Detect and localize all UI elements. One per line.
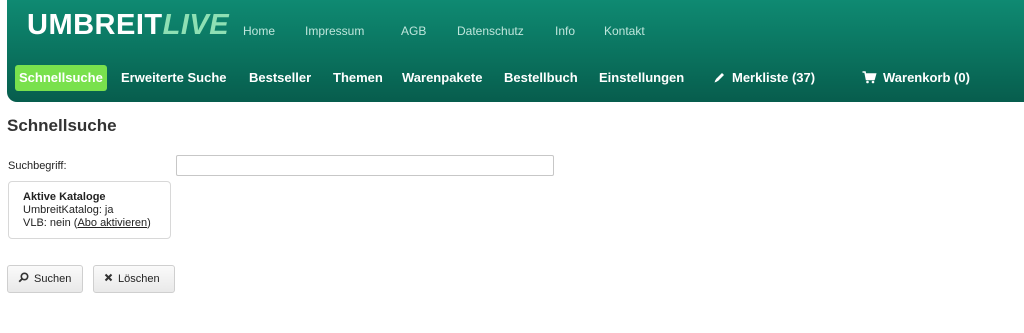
topnav-datenschutz[interactable]: Datenschutz xyxy=(457,24,524,38)
magnifier-icon xyxy=(18,266,29,292)
catalogs-heading: Aktive Kataloge xyxy=(23,191,106,203)
clear-button[interactable]: Löschen xyxy=(93,265,175,293)
active-catalogs-box: Aktive Kataloge UmbreitKatalog: ja VLB: … xyxy=(8,181,171,239)
topnav-info[interactable]: Info xyxy=(555,24,575,38)
catalog-vlb-status: VLB: nein xyxy=(23,217,74,229)
search-button-label: Suchen xyxy=(34,273,72,285)
catalog-umbreit: UmbreitKatalog: ja xyxy=(23,204,114,216)
nav-merkliste[interactable]: Merkliste (37) xyxy=(713,64,815,92)
nav-warenpakete[interactable]: Warenpakete xyxy=(402,64,482,92)
cart-icon xyxy=(862,71,877,84)
catalog-vlb-close: ) xyxy=(147,217,151,229)
nav-bestseller[interactable]: Bestseller xyxy=(249,64,311,92)
topnav-home[interactable]: Home xyxy=(243,24,275,38)
nav-warenkorb[interactable]: Warenkorb (0) xyxy=(862,64,970,92)
topnav-impressum[interactable]: Impressum xyxy=(305,24,364,38)
nav-einstellungen[interactable]: Einstellungen xyxy=(599,64,684,92)
abo-aktivieren-link[interactable]: Abo aktivieren xyxy=(77,217,147,229)
x-icon xyxy=(104,266,113,292)
nav-themen[interactable]: Themen xyxy=(333,64,383,92)
logo[interactable]: UMBREITLIVE xyxy=(27,8,229,42)
search-label: Suchbegriff: xyxy=(8,160,67,172)
pencil-icon xyxy=(714,73,724,83)
app-header: UMBREITLIVE Home Impressum AGB Datenschu… xyxy=(7,0,1024,102)
warenkorb-label: Warenkorb (0) xyxy=(883,70,970,85)
search-button[interactable]: Suchen xyxy=(7,265,83,293)
topnav-kontakt[interactable]: Kontakt xyxy=(604,24,645,38)
logo-umbreit: UMBREIT xyxy=(27,9,163,41)
search-input[interactable] xyxy=(176,155,554,176)
merkliste-label: Merkliste (37) xyxy=(732,70,816,85)
catalog-vlb: VLB: nein (Abo aktivieren) xyxy=(23,217,170,230)
logo-live: LIVE xyxy=(162,9,230,41)
nav-bestellbuch[interactable]: Bestellbuch xyxy=(504,64,578,92)
clear-button-label: Löschen xyxy=(118,273,160,285)
page-title: Schnellsuche xyxy=(7,116,117,135)
nav-erweiterte-suche[interactable]: Erweiterte Suche xyxy=(121,64,227,92)
main-nav: Schnellsuche Erweiterte Suche Bestseller… xyxy=(7,64,1024,92)
nav-schnellsuche[interactable]: Schnellsuche xyxy=(15,65,107,91)
topnav-agb[interactable]: AGB xyxy=(401,24,426,38)
